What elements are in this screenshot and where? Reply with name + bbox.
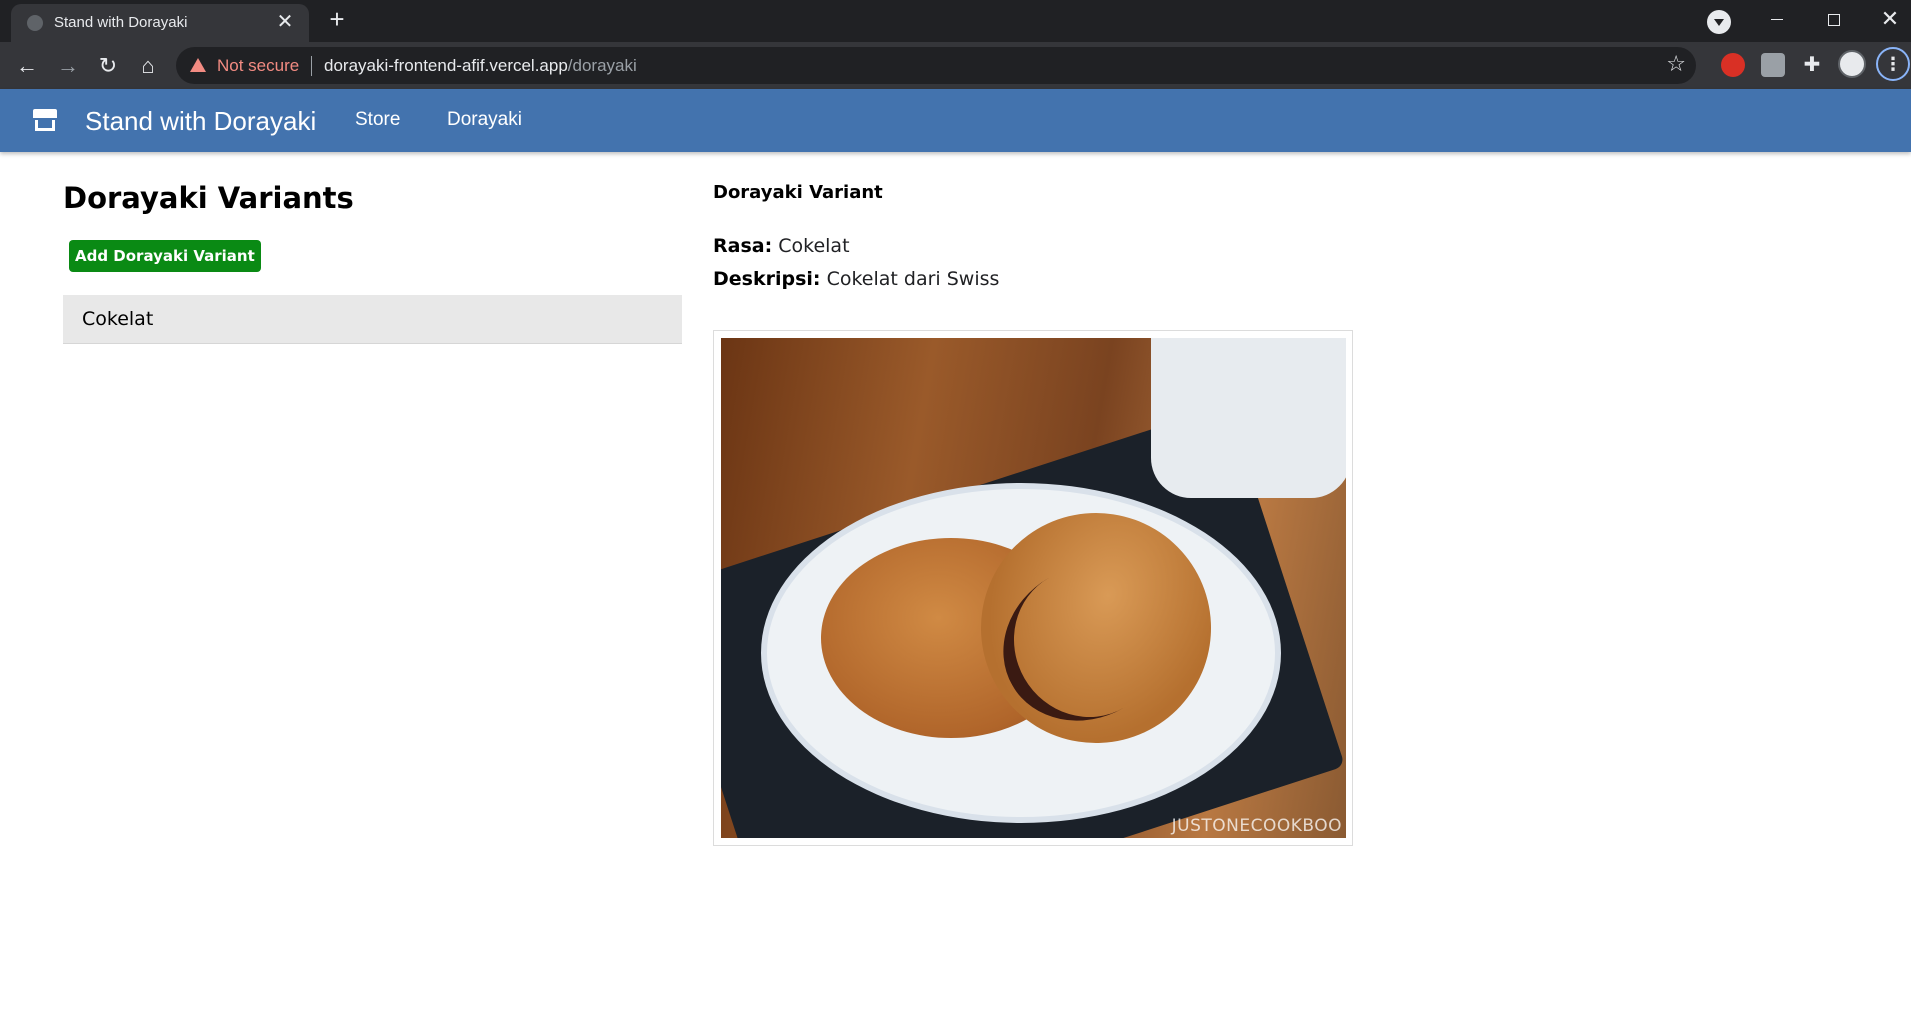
add-dorayaki-variant-button[interactable]: Add Dorayaki Variant (69, 240, 261, 272)
app-navbar: Stand with Dorayaki Store Dorayaki (0, 89, 1911, 152)
forward-icon[interactable]: → (53, 51, 83, 81)
extension-icon[interactable] (1761, 53, 1785, 77)
profile-icon[interactable] (1838, 50, 1866, 78)
list-item[interactable]: Cokelat (63, 295, 682, 344)
browser-tab[interactable]: Stand with Dorayaki ✕ (11, 4, 309, 42)
rasa-value: Cokelat (778, 235, 850, 257)
security-indicator[interactable]: Not secure (217, 56, 299, 76)
nav-link-dorayaki[interactable]: Dorayaki (447, 109, 522, 131)
back-icon[interactable]: ← (12, 51, 42, 81)
browser-toolbar: ← → ↻ ⌂ Not secure dorayaki-frontend-afi… (0, 42, 1911, 89)
extensions-puzzle-icon[interactable]: ✚ (1800, 53, 1824, 77)
detail-deskripsi: Deskripsi: Cokelat dari Swiss (713, 268, 999, 290)
detail-heading: Dorayaki Variant (713, 182, 883, 203)
deskripsi-value: Cokelat dari Swiss (826, 268, 1000, 290)
menu-icon[interactable]: ⋮ (1876, 47, 1910, 81)
variant-list: Cokelat (63, 295, 682, 344)
brand-title[interactable]: Stand with Dorayaki (85, 106, 316, 137)
url-text[interactable]: dorayaki-frontend-afif.vercel.app/doraya… (324, 56, 637, 76)
dorayaki-image: JUSTONECOOKBOO (721, 338, 1346, 838)
address-bar[interactable]: Not secure dorayaki-frontend-afif.vercel… (176, 47, 1696, 84)
home-icon[interactable]: ⌂ (133, 51, 163, 81)
reload-icon[interactable]: ↻ (93, 51, 123, 81)
url-path: /dorayaki (567, 56, 637, 75)
window-close-icon[interactable]: ✕ (1870, 4, 1910, 34)
star-icon[interactable]: ☆ (1666, 51, 1686, 77)
rasa-label: Rasa: (713, 235, 773, 257)
image-watermark: JUSTONECOOKBOO (1171, 816, 1342, 836)
page-title: Dorayaki Variants (63, 181, 354, 215)
omnibox-divider (311, 56, 312, 76)
detail-rasa: Rasa: Cokelat (713, 235, 850, 257)
tab-close-icon[interactable]: ✕ (273, 10, 297, 34)
new-tab-button[interactable]: + (322, 5, 352, 35)
tab-favicon-icon (27, 15, 43, 31)
minimize-icon[interactable] (1757, 4, 1797, 34)
maximize-icon[interactable] (1813, 4, 1853, 34)
tab-search-icon[interactable] (1707, 10, 1731, 34)
nav-link-store[interactable]: Store (355, 109, 400, 131)
dorayaki-image-frame: JUSTONECOOKBOO (713, 330, 1353, 846)
browser-tabstrip: Stand with Dorayaki ✕ + ✕ (0, 0, 1911, 42)
extension-adblock-icon[interactable] (1721, 53, 1745, 77)
tab-title: Stand with Dorayaki (54, 14, 188, 31)
url-host: dorayaki-frontend-afif.vercel.app (324, 56, 568, 75)
deskripsi-label: Deskripsi: (713, 268, 821, 290)
warning-icon[interactable] (190, 58, 206, 72)
store-icon[interactable] (33, 109, 57, 131)
